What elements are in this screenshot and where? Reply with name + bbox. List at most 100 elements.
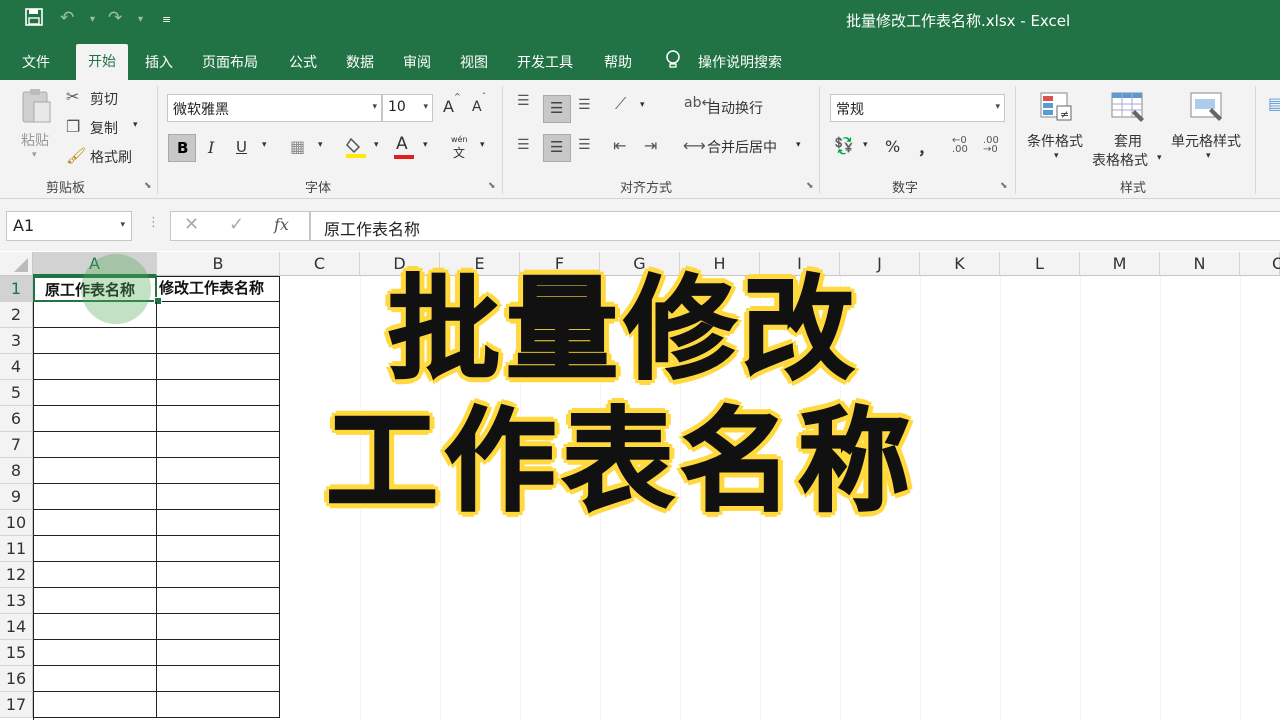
row-header[interactable]: 8 [0, 458, 33, 484]
row-header[interactable]: 15 [0, 640, 33, 666]
row-header[interactable]: 1 [0, 276, 33, 302]
tab-developer[interactable]: 开发工具 [517, 52, 573, 72]
decrease-decimal-icon[interactable]: .00 →0 [983, 136, 999, 155]
table-cell[interactable] [157, 614, 280, 640]
customize-icon[interactable]: ≡ [162, 13, 171, 26]
increase-decimal-icon[interactable]: ←0.00 [952, 136, 968, 155]
tab-help[interactable]: 帮助 [604, 52, 632, 72]
row-header[interactable]: 9 [0, 484, 33, 510]
chevron-down-icon[interactable]: ▾ [863, 140, 868, 150]
format-as-table-button[interactable]: 表格格式 [1092, 150, 1148, 170]
copy-button[interactable]: 复制 [90, 118, 118, 138]
table-cell[interactable] [157, 562, 280, 588]
chevron-down-icon[interactable]: ▾ [423, 102, 428, 112]
table-cell[interactable] [157, 640, 280, 666]
format-painter-button[interactable]: 格式刷 [90, 147, 132, 167]
copy-icon[interactable]: ❐ [66, 117, 80, 136]
row-header[interactable]: 16 [0, 666, 33, 692]
select-all-corner[interactable] [0, 252, 33, 276]
table-cell[interactable] [33, 666, 157, 692]
accounting-format-icon[interactable]: 💱 [834, 136, 854, 155]
align-left-icon[interactable]: ☰ [517, 137, 530, 153]
merge-center-button[interactable]: 合并后居中 [707, 137, 777, 157]
font-name-combo[interactable]: 微软雅黑 ▾ [167, 94, 382, 122]
table-cell[interactable] [157, 692, 280, 718]
column-header-m[interactable]: M [1080, 252, 1160, 276]
table-cell[interactable] [33, 458, 157, 484]
chevron-down-icon[interactable]: ▾ [372, 102, 377, 112]
fill-color-icon[interactable] [345, 135, 367, 163]
redo-icon[interactable]: ↷ [108, 8, 122, 28]
chevron-down-icon[interactable]: ▾ [480, 140, 485, 150]
formula-input[interactable]: 原工作表名称 [310, 211, 1280, 241]
save-icon[interactable] [25, 8, 43, 31]
align-top-icon[interactable]: ☰ [517, 93, 530, 109]
table-cell[interactable] [33, 484, 157, 510]
chevron-down-icon[interactable]: ▾ [318, 140, 323, 150]
row-header[interactable]: 5 [0, 380, 33, 406]
dialog-launcher-icon[interactable]: ⬊ [1000, 181, 1008, 191]
align-center-button[interactable]: ☰ [543, 134, 571, 162]
conditional-formatting-icon[interactable]: ≠ [1040, 92, 1074, 128]
borders-icon[interactable]: ▦ [290, 137, 305, 156]
cancel-icon[interactable]: ✕ [184, 214, 199, 235]
cell-styles-icon[interactable] [1190, 92, 1226, 128]
tab-home[interactable]: 开始 [76, 44, 128, 80]
paste-button[interactable]: 粘贴 [21, 130, 49, 150]
column-header-l[interactable]: L [1000, 252, 1080, 276]
table-cell[interactable] [33, 692, 157, 718]
chevron-down-icon[interactable]: ▾ [374, 140, 379, 150]
chevron-down-icon[interactable]: ▾ [995, 102, 1000, 112]
table-cell[interactable] [33, 302, 157, 328]
tab-data[interactable]: 数据 [346, 52, 374, 72]
row-header[interactable]: 13 [0, 588, 33, 614]
tell-me-search[interactable]: 操作说明搜索 [698, 52, 782, 72]
table-cell[interactable] [33, 510, 157, 536]
row-header[interactable]: 12 [0, 562, 33, 588]
column-header-o[interactable]: O [1240, 252, 1280, 276]
table-cell[interactable] [33, 536, 157, 562]
row-header[interactable]: 2 [0, 302, 33, 328]
format-as-table-label1[interactable]: 套用 [1114, 131, 1142, 151]
bold-button[interactable]: B [168, 134, 196, 162]
cell-styles-button[interactable]: 单元格样式 [1171, 131, 1241, 151]
undo-icon[interactable]: ↶ [60, 8, 74, 28]
align-bottom-icon[interactable]: ☰ [578, 97, 591, 113]
table-cell[interactable] [33, 328, 157, 354]
font-color-button[interactable]: A [396, 134, 408, 154]
cell-b1[interactable]: 修改工作表名称 [157, 276, 280, 302]
align-right-icon[interactable]: ☰ [578, 137, 591, 153]
table-cell[interactable] [157, 484, 280, 510]
chevron-down-icon[interactable]: ▾ [796, 140, 801, 150]
chevron-down-icon[interactable]: ▾ [32, 150, 37, 160]
table-cell[interactable] [157, 536, 280, 562]
chevron-down-icon[interactable]: ▾ [1206, 151, 1211, 161]
conditional-formatting-button[interactable]: 条件格式 [1027, 131, 1083, 151]
chevron-down-icon[interactable]: ▾ [120, 220, 125, 230]
table-cell[interactable] [157, 458, 280, 484]
chevron-down-icon[interactable]: ▾ [640, 100, 645, 110]
tab-formulas[interactable]: 公式 [289, 52, 317, 72]
table-cell[interactable] [157, 328, 280, 354]
table-cell[interactable] [33, 640, 157, 666]
shrink-font-button[interactable]: A [472, 99, 482, 115]
table-cell[interactable] [157, 406, 280, 432]
column-header-k[interactable]: K [920, 252, 1000, 276]
number-format-combo[interactable]: 常规 ▾ [830, 94, 1005, 122]
table-cell[interactable] [157, 380, 280, 406]
phonetic-button[interactable]: 文 [453, 144, 465, 161]
tab-file[interactable]: 文件 [22, 52, 50, 72]
font-size-combo[interactable]: 10 ▾ [382, 94, 433, 122]
dialog-launcher-icon[interactable]: ⬊ [806, 181, 814, 191]
underline-button[interactable]: U [236, 138, 247, 156]
table-cell[interactable] [33, 406, 157, 432]
column-header-c[interactable]: C [280, 252, 360, 276]
format-as-table-icon[interactable] [1111, 92, 1147, 128]
name-box[interactable]: A1 ▾ [6, 211, 132, 241]
table-cell[interactable] [33, 432, 157, 458]
chevron-down-icon[interactable]: ▾ [133, 120, 138, 130]
column-header-n[interactable]: N [1160, 252, 1240, 276]
table-cell[interactable] [33, 380, 157, 406]
tab-insert[interactable]: 插入 [145, 52, 173, 72]
chevron-down-icon[interactable]: ▾ [1157, 153, 1162, 163]
